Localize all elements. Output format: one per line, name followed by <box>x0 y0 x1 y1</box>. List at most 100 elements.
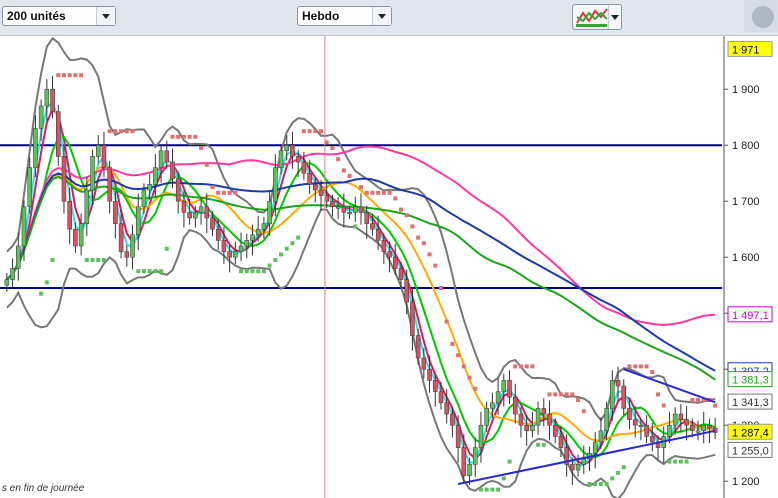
candle-body <box>290 144 295 157</box>
candle-body <box>158 150 164 168</box>
sar-dot <box>96 258 101 262</box>
candle-body <box>273 167 278 202</box>
sar-dot <box>90 258 95 262</box>
sar-dot <box>353 224 358 229</box>
sar-dot <box>553 392 558 397</box>
candle-body <box>335 206 341 209</box>
candle-body <box>570 464 575 471</box>
sar-dot <box>581 409 586 414</box>
candle-body <box>118 223 124 252</box>
candle-body <box>627 408 632 420</box>
candle-body <box>507 380 512 398</box>
sar-dot <box>484 487 489 492</box>
candle-body <box>615 380 621 387</box>
price-flag-label: 1 497,1 <box>732 310 769 322</box>
sar-dot <box>598 482 603 486</box>
sar-dot <box>507 459 512 464</box>
sar-dot <box>176 134 181 139</box>
candle-body <box>632 419 638 426</box>
candle-body <box>518 413 524 426</box>
sar-dot <box>587 482 592 486</box>
chevron-down-icon[interactable] <box>608 5 621 29</box>
price-flag: 1 497,1 <box>727 306 773 323</box>
sar-dot <box>239 269 244 274</box>
chevron-down-icon[interactable] <box>372 7 391 25</box>
sar-dot <box>113 129 118 134</box>
sar-dot <box>159 269 164 274</box>
sar-dot <box>233 190 238 195</box>
sar-dot <box>461 364 466 369</box>
sar-dot <box>547 392 552 397</box>
y-tick-label: 1 800 <box>732 140 760 152</box>
sar-dot <box>101 258 106 262</box>
corner-button[interactable] <box>744 0 778 32</box>
sar-dot <box>696 398 701 402</box>
sar-dot <box>438 286 443 290</box>
candle-body <box>455 424 461 448</box>
sar-dot <box>84 258 89 262</box>
candle-body <box>575 464 581 471</box>
candle-body <box>284 144 289 152</box>
sar-dot <box>564 392 569 397</box>
candle-body <box>547 413 552 426</box>
candle-body <box>330 200 335 208</box>
sar-dot <box>496 487 501 492</box>
sar-dot <box>490 487 495 492</box>
candle-body <box>84 189 90 224</box>
candle-body <box>438 391 444 404</box>
candle-body <box>261 223 267 230</box>
sar-dot <box>370 190 375 195</box>
candle-body <box>78 223 84 247</box>
candle-body <box>610 380 615 409</box>
y-tick-label: 1 700 <box>732 196 760 208</box>
sar-dot <box>644 364 649 369</box>
price-flag: 1 381,3 <box>727 371 773 388</box>
sar-dot <box>273 258 278 262</box>
y-tick-label: 1 900 <box>732 84 760 96</box>
candle-body <box>318 189 324 196</box>
candle-body <box>541 408 547 415</box>
candle-body <box>592 441 598 454</box>
candle-body <box>153 167 158 185</box>
candle-body <box>50 88 55 112</box>
price-chart[interactable]: 1 2001 3001 4001 5001 6001 7001 8001 900… <box>0 36 778 498</box>
units-select-value: 200 unités <box>7 9 66 23</box>
period-select[interactable]: Hebdo <box>297 6 392 26</box>
sar-dot <box>181 134 186 139</box>
candle-body <box>215 228 221 241</box>
candle-body <box>164 150 170 163</box>
candle-body <box>250 234 255 241</box>
candle-body <box>4 279 10 286</box>
candle-body <box>278 150 284 168</box>
sar-dot <box>684 459 689 464</box>
sar-dot <box>473 386 478 391</box>
candle-body <box>421 357 427 370</box>
sar-dot <box>136 269 141 274</box>
sar-dot <box>673 459 678 464</box>
sar-dot <box>250 269 255 274</box>
sar-dot <box>44 280 49 285</box>
candle-body <box>707 424 712 429</box>
candle-body <box>650 436 655 443</box>
price-flag-label: 1 255,0 <box>732 445 769 457</box>
candle-body <box>604 408 609 432</box>
candle-body <box>210 217 215 230</box>
sar-dot <box>616 470 621 475</box>
candle-body <box>678 413 684 420</box>
price-flag: 1 287,4 <box>727 423 773 440</box>
sar-dot <box>656 392 661 397</box>
candle-body <box>295 156 301 163</box>
candle-body <box>535 408 541 426</box>
units-select[interactable]: 200 unités <box>2 6 116 26</box>
sar-dot <box>296 235 301 240</box>
chart-type-button[interactable] <box>572 4 622 30</box>
chevron-down-icon[interactable] <box>96 7 115 25</box>
sar-dot <box>364 190 369 195</box>
candle-body <box>415 335 421 359</box>
candle-body <box>524 424 529 432</box>
candle-body <box>484 408 489 426</box>
sar-dot <box>267 263 272 268</box>
sar-dot <box>347 174 352 178</box>
sar-dot <box>307 129 312 134</box>
sar-dot <box>187 134 192 139</box>
